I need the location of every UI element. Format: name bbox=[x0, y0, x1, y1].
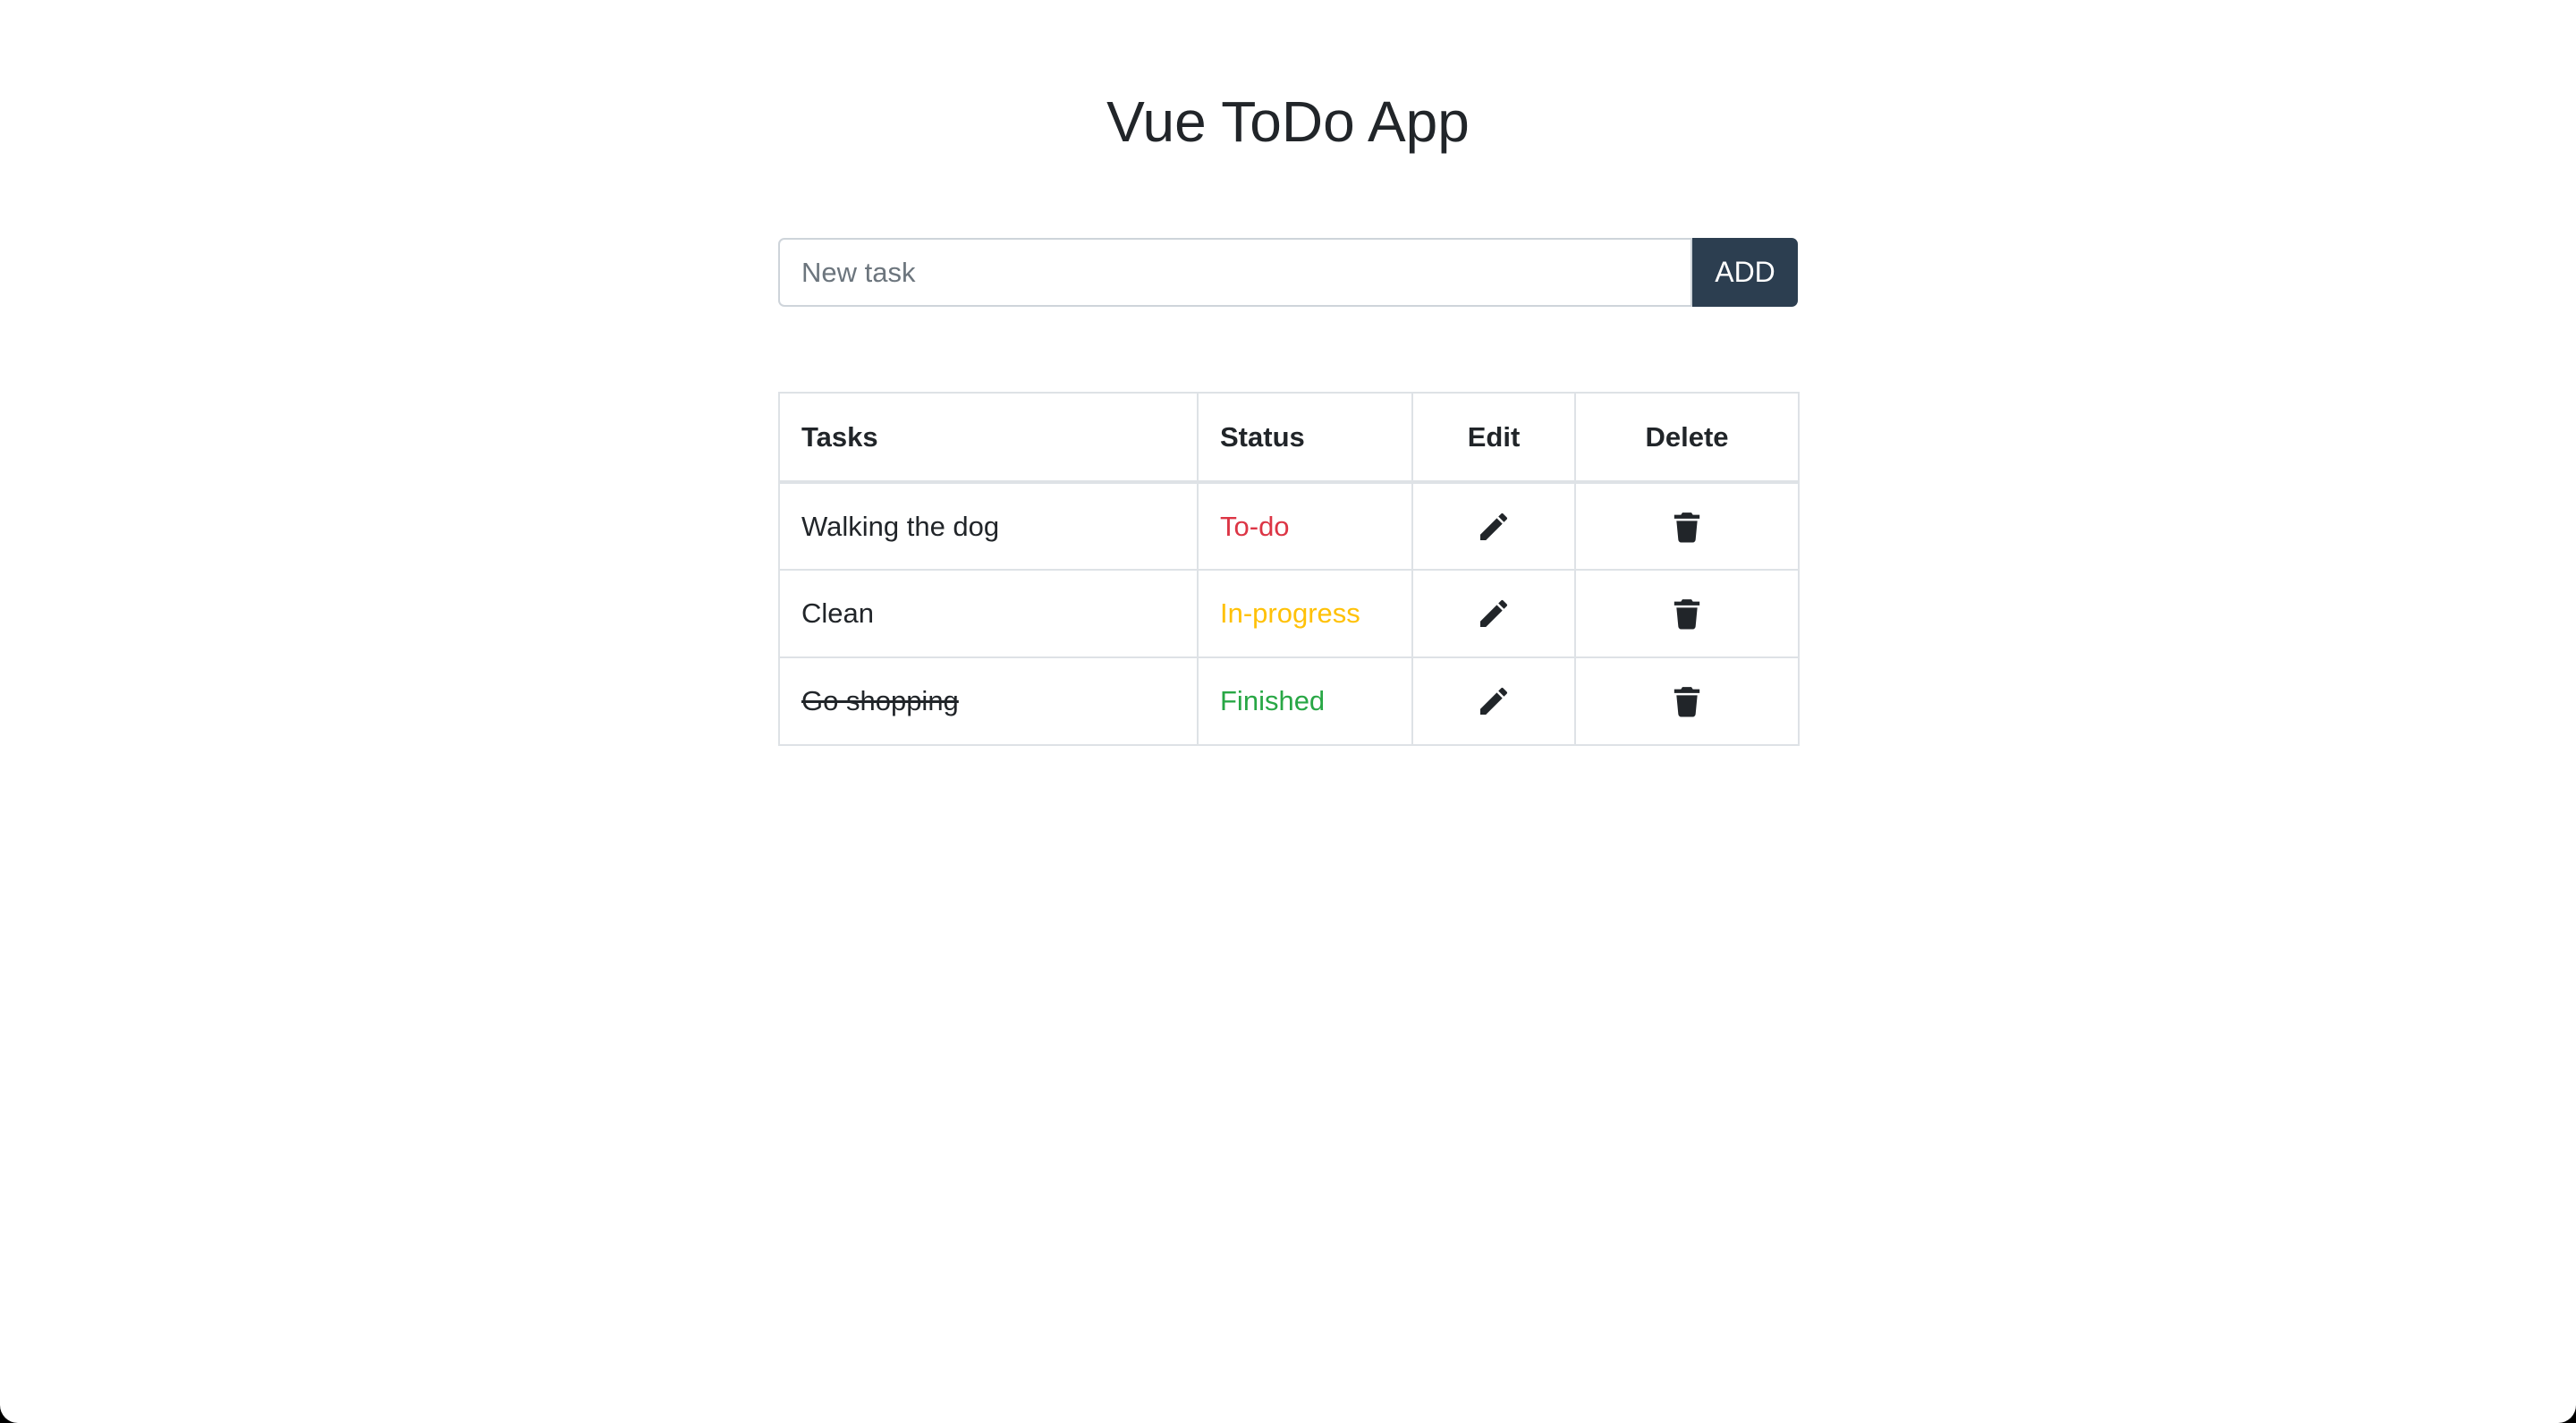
pencil-icon[interactable] bbox=[1476, 596, 1512, 631]
pencil-icon[interactable] bbox=[1476, 509, 1512, 545]
task-name[interactable]: Clean bbox=[778, 569, 1199, 658]
task-rows: Walking the dog To-do Clean In-progress … bbox=[778, 481, 1800, 746]
edit-cell bbox=[1411, 656, 1576, 746]
task-name[interactable]: Go shopping bbox=[778, 656, 1199, 746]
trash-icon[interactable] bbox=[1669, 596, 1705, 631]
table-row: Walking the dog To-do bbox=[778, 481, 1800, 571]
delete-cell bbox=[1574, 656, 1800, 746]
header-delete: Delete bbox=[1574, 392, 1800, 484]
task-name[interactable]: Walking the dog bbox=[778, 481, 1199, 571]
trash-icon[interactable] bbox=[1669, 509, 1705, 545]
trash-icon[interactable] bbox=[1669, 683, 1705, 719]
task-status[interactable]: In-progress bbox=[1197, 569, 1413, 658]
header-tasks: Tasks bbox=[778, 392, 1199, 484]
header-edit: Edit bbox=[1411, 392, 1576, 484]
add-task-form: ADD bbox=[778, 238, 1798, 307]
task-status[interactable]: Finished bbox=[1197, 656, 1413, 746]
new-task-input[interactable] bbox=[778, 238, 1692, 307]
header-status: Status bbox=[1197, 392, 1413, 484]
edit-cell bbox=[1411, 481, 1576, 571]
table-row: Clean In-progress bbox=[778, 569, 1800, 658]
browser-viewport: Vue ToDo App ADD Tasks Status Edit Delet… bbox=[0, 0, 2576, 1423]
pencil-icon[interactable] bbox=[1476, 683, 1512, 719]
table-header-row: Tasks Status Edit Delete bbox=[778, 392, 1800, 484]
task-status[interactable]: To-do bbox=[1197, 481, 1413, 571]
add-task-button[interactable]: ADD bbox=[1692, 238, 1798, 307]
page-title: Vue ToDo App bbox=[1106, 89, 1470, 154]
delete-cell bbox=[1574, 569, 1800, 658]
table-row: Go shopping Finished bbox=[778, 656, 1800, 746]
tasks-table: Tasks Status Edit Delete Walking the dog… bbox=[778, 392, 1800, 746]
edit-cell bbox=[1411, 569, 1576, 658]
delete-cell bbox=[1574, 481, 1800, 571]
